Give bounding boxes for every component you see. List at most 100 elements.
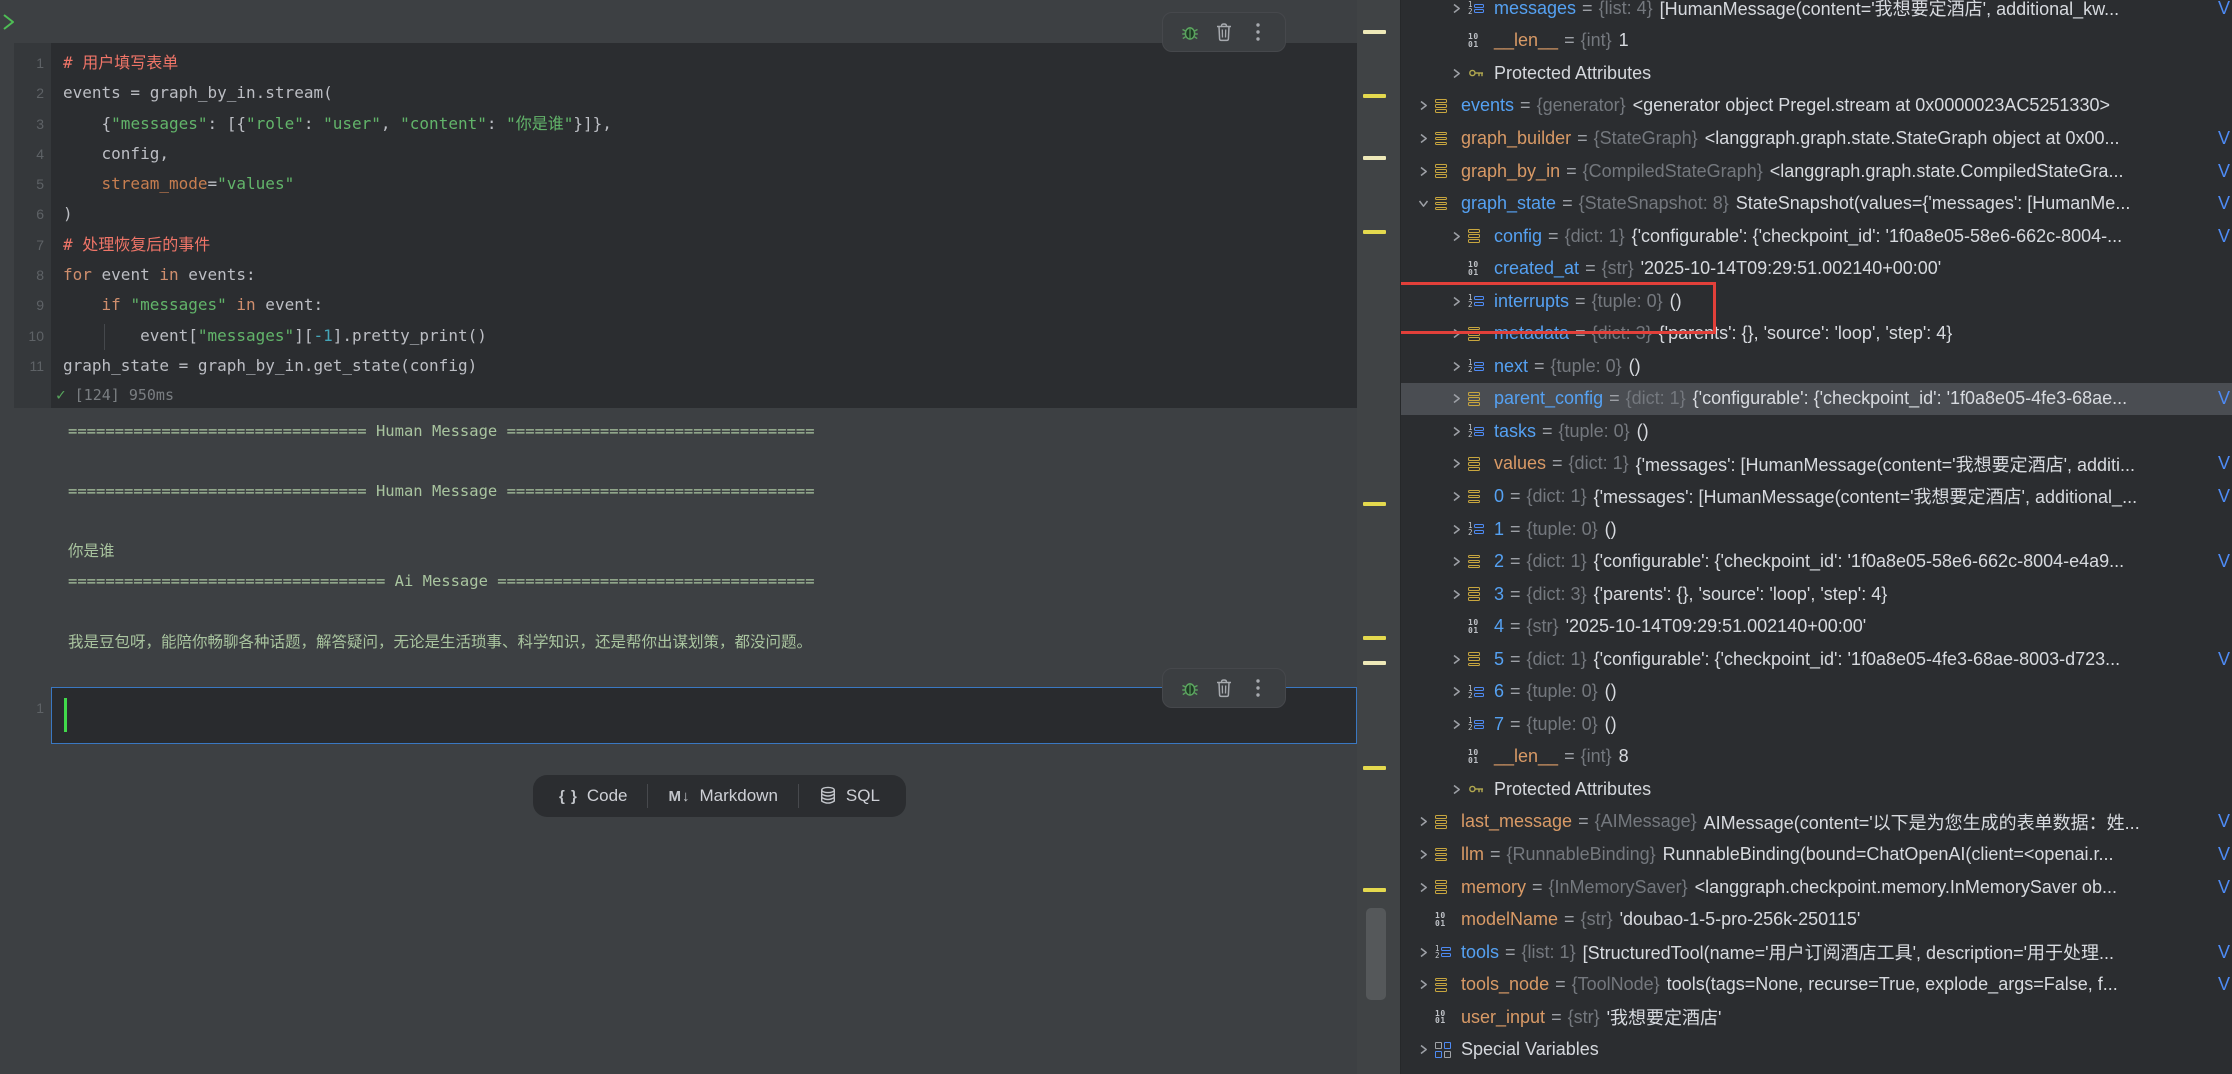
delete-trash-icon[interactable] xyxy=(1211,19,1237,45)
chevron-right-icon[interactable] xyxy=(1444,650,1468,668)
change-marker[interactable] xyxy=(1363,94,1386,98)
chevron-right-icon[interactable] xyxy=(1444,780,1468,798)
variable-row-graph-state[interactable]: graph_state={StateSnapshot: 8}StateSnaps… xyxy=(1401,187,2232,220)
variable-value: <langgraph.checkpoint.memory.InMemorySav… xyxy=(1695,877,2117,898)
change-marker[interactable] xyxy=(1363,766,1386,770)
view-link[interactable]: V xyxy=(2217,187,2230,220)
view-link[interactable]: V xyxy=(2217,122,2230,155)
variable-row-tasks[interactable]: 12tasks={tuple: 0}() xyxy=(1401,415,2232,448)
chevron-right-icon[interactable] xyxy=(1411,813,1435,831)
switch-to-markdown-button[interactable]: M↓Markdown xyxy=(648,786,797,806)
delete-trash-icon[interactable] xyxy=(1211,675,1237,701)
run-gutter-icon[interactable] xyxy=(0,12,18,37)
debug-bug-icon[interactable] xyxy=(1177,675,1203,701)
more-vertical-icon[interactable] xyxy=(1245,19,1271,45)
scrollbar-thumb[interactable] xyxy=(1366,908,1386,1000)
view-link[interactable]: V xyxy=(2217,480,2230,513)
variable-row-special-variables[interactable]: Special Variables xyxy=(1401,1034,2232,1067)
variable-row-events[interactable]: events={generator}<generator object Preg… xyxy=(1401,90,2232,123)
chevron-right-icon[interactable] xyxy=(1411,845,1435,863)
variable-name: 2 xyxy=(1494,551,1504,572)
variable-row-next[interactable]: 12next={tuple: 0}() xyxy=(1401,350,2232,383)
chevron-right-icon[interactable] xyxy=(1444,227,1468,245)
chevron-down-icon[interactable] xyxy=(1411,195,1435,213)
variable-row-5[interactable]: 5={dict: 1}{'configurable': {'checkpoint… xyxy=(1401,643,2232,676)
variable-row-1[interactable]: 121={tuple: 0}() xyxy=(1401,513,2232,546)
change-marker[interactable] xyxy=(1363,156,1386,160)
chevron-right-icon[interactable] xyxy=(1411,129,1435,147)
variable-row-2[interactable]: 2={dict: 1}{'configurable': {'checkpoint… xyxy=(1401,545,2232,578)
view-link[interactable]: V xyxy=(2217,545,2230,578)
view-link[interactable]: V xyxy=(2217,220,2230,253)
chevron-right-icon[interactable] xyxy=(1444,487,1468,505)
variable-row-graph-builder[interactable]: graph_builder={StateGraph}<langgraph.gra… xyxy=(1401,122,2232,155)
variable-row-tools-node[interactable]: tools_node={ToolNode}tools(tags=None, re… xyxy=(1401,968,2232,1001)
view-link[interactable]: V xyxy=(2217,838,2230,871)
more-vertical-icon[interactable] xyxy=(1245,675,1271,701)
switch-to-sql-button[interactable]: SQL xyxy=(799,786,900,806)
variable-row-values[interactable]: values={dict: 1}{'messages': [HumanMessa… xyxy=(1401,448,2232,481)
chevron-right-icon[interactable] xyxy=(1444,553,1468,571)
view-link[interactable]: V xyxy=(2217,643,2230,676)
variable-row-interrupts[interactable]: 12interrupts={tuple: 0}() xyxy=(1401,285,2232,318)
chevron-right-icon[interactable] xyxy=(1411,1041,1435,1059)
chevron-right-icon[interactable] xyxy=(1411,162,1435,180)
chevron-right-icon[interactable] xyxy=(1444,357,1468,375)
variable-row-3[interactable]: 3={dict: 3}{'parents': {}, 'source': 'lo… xyxy=(1401,578,2232,611)
chevron-right-icon[interactable] xyxy=(1444,520,1468,538)
change-marker[interactable] xyxy=(1363,502,1386,506)
variable-row-metadata[interactable]: metadata={dict: 3}{'parents': {}, 'sourc… xyxy=(1401,317,2232,350)
variable-row-config[interactable]: config={dict: 1}{'configurable': {'check… xyxy=(1401,220,2232,253)
code-editor-content[interactable]: # 用户填写表单events = graph_by_in.stream( {"m… xyxy=(63,48,612,381)
variable-row-llm[interactable]: llm={RunnableBinding}RunnableBinding(bou… xyxy=(1401,838,2232,871)
chevron-right-icon[interactable] xyxy=(1444,715,1468,733)
view-link[interactable]: V xyxy=(2217,968,2230,1001)
view-link[interactable]: V xyxy=(2217,806,2230,839)
chevron-right-icon[interactable] xyxy=(1411,976,1435,994)
change-marker[interactable] xyxy=(1363,230,1386,234)
chevron-right-icon[interactable] xyxy=(1444,292,1468,310)
view-link[interactable]: V xyxy=(2217,871,2230,904)
chevron-right-icon[interactable] xyxy=(1444,585,1468,603)
variable-row--len-[interactable]: 1001__len__={int}8 xyxy=(1401,741,2232,774)
variable-row-graph-by-in[interactable]: graph_by_in={CompiledStateGraph}<langgra… xyxy=(1401,155,2232,188)
variable-row-tools[interactable]: 12tools={list: 1}[StructuredTool(name='用… xyxy=(1401,936,2232,969)
variable-row-last-message[interactable]: last_message={AIMessage}AIMessage(conten… xyxy=(1401,806,2232,839)
chevron-right-icon[interactable] xyxy=(1444,0,1468,17)
variable-row-protected-attributes[interactable]: Protected Attributes xyxy=(1401,57,2232,90)
variable-row-messages[interactable]: 12messages={list: 4}[HumanMessage(conten… xyxy=(1401,0,2232,25)
view-link[interactable]: V xyxy=(2217,0,2230,25)
chevron-right-icon[interactable] xyxy=(1444,422,1468,440)
switch-to-code-button[interactable]: { }Code xyxy=(539,786,647,806)
chevron-right-icon[interactable] xyxy=(1444,390,1468,408)
chevron-right-icon[interactable] xyxy=(1411,878,1435,896)
debug-bug-icon[interactable] xyxy=(1177,19,1203,45)
variable-row-0[interactable]: 0={dict: 1}{'messages': [HumanMessage(co… xyxy=(1401,480,2232,513)
variable-row-user-input[interactable]: 1001user_input={str}'我想要定酒店' xyxy=(1401,1001,2232,1034)
change-marker[interactable] xyxy=(1363,636,1386,640)
variable-row-protected-attributes[interactable]: Protected Attributes xyxy=(1401,773,2232,806)
chevron-right-icon[interactable] xyxy=(1411,943,1435,961)
variable-row-created-at[interactable]: 1001created_at={str}'2025-10-14T09:29:51… xyxy=(1401,252,2232,285)
change-marker[interactable] xyxy=(1363,661,1386,665)
chevron-right-icon[interactable] xyxy=(1411,97,1435,115)
variable-row-parent-config[interactable]: parent_config={dict: 1}{'configurable': … xyxy=(1401,383,2232,416)
view-link[interactable]: V xyxy=(2217,383,2230,416)
variable-row-memory[interactable]: memory={InMemorySaver}<langgraph.checkpo… xyxy=(1401,871,2232,904)
equals-sign: = xyxy=(1510,616,1521,637)
variable-row-4[interactable]: 10014={str}'2025-10-14T09:29:51.002140+0… xyxy=(1401,610,2232,643)
chevron-right-icon[interactable] xyxy=(1444,64,1468,82)
view-link[interactable]: V xyxy=(2217,448,2230,481)
chevron-right-icon[interactable] xyxy=(1444,325,1468,343)
chevron-right-icon[interactable] xyxy=(1444,455,1468,473)
view-link[interactable]: V xyxy=(2217,936,2230,969)
change-marker[interactable] xyxy=(1363,888,1386,892)
view-link[interactable]: V xyxy=(2217,155,2230,188)
change-marker[interactable] xyxy=(1363,30,1386,34)
equals-sign: = xyxy=(1490,844,1501,865)
variable-row-modelname[interactable]: 1001modelName={str}'doubao-1-5-pro-256k-… xyxy=(1401,903,2232,936)
variable-row--len-[interactable]: 1001__len__={int}1 xyxy=(1401,25,2232,58)
variable-row-6[interactable]: 126={tuple: 0}() xyxy=(1401,675,2232,708)
chevron-right-icon[interactable] xyxy=(1444,683,1468,701)
variable-row-7[interactable]: 127={tuple: 0}() xyxy=(1401,708,2232,741)
